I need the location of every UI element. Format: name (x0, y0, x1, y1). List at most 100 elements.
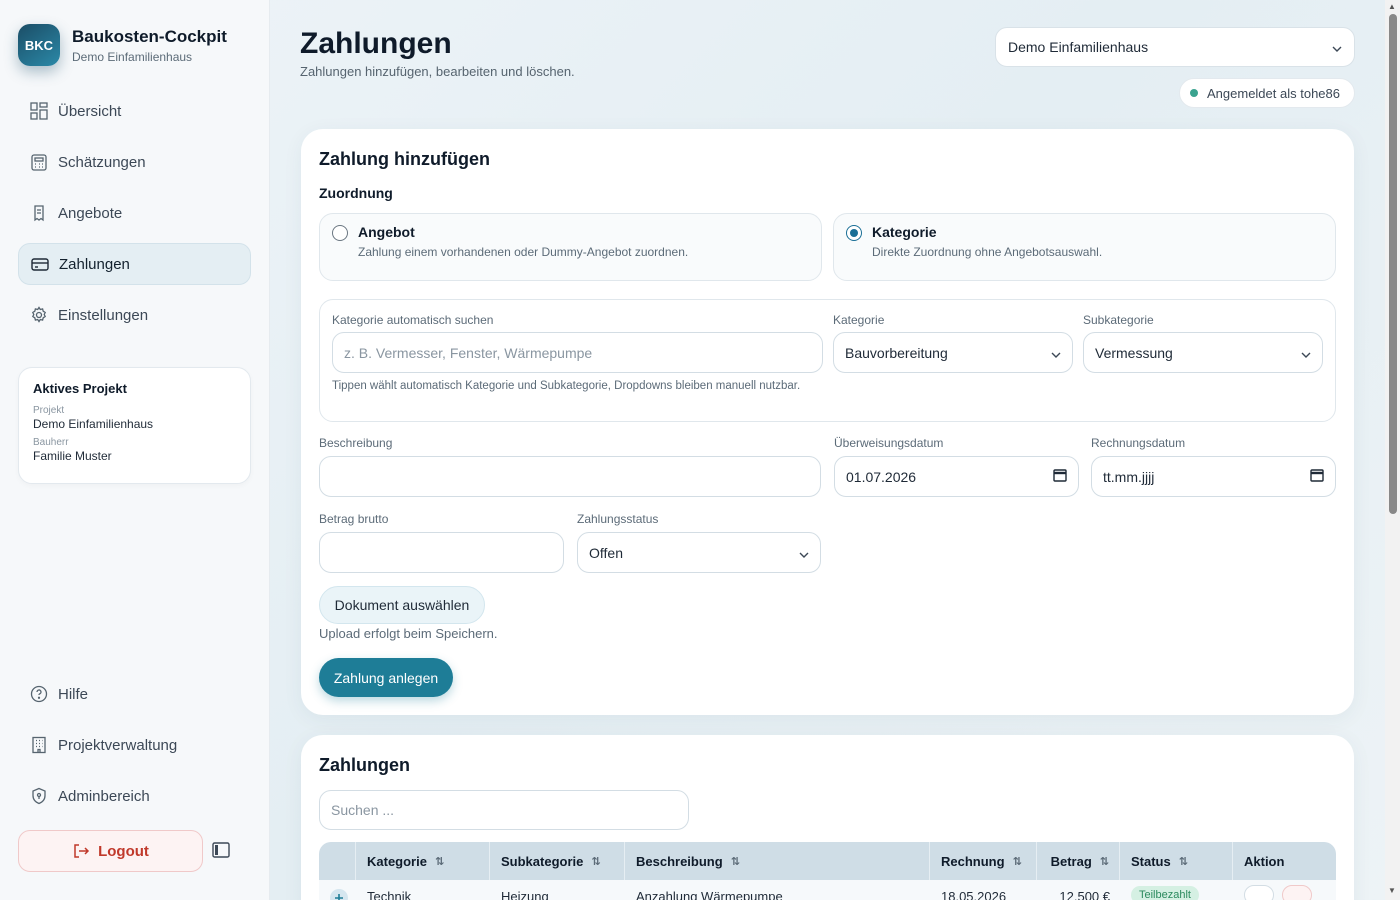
nav-item-adminbereich[interactable]: Adminbereich (18, 775, 251, 817)
nav-label: Einstellungen (58, 306, 149, 324)
table-search-input[interactable]: Suchen ... (319, 790, 689, 830)
th-subkategorie[interactable]: Subkategorie ⇅ (490, 842, 625, 880)
description-input[interactable] (319, 456, 821, 497)
dashboard-icon (30, 102, 48, 120)
cell-beschreibung: Anzahlung Wärmepumpe (636, 889, 783, 900)
th-kategorie[interactable]: Kategorie ⇅ (356, 842, 490, 880)
scroll-up-icon[interactable]: ▲ (1388, 2, 1396, 11)
create-payment-button[interactable]: Zahlung anlegen (319, 658, 453, 697)
category-search-group: Kategorie automatisch suchen z. B. Verme… (319, 299, 1336, 422)
search-hint: Tippen wählt automatisch Kategorie und S… (332, 380, 801, 392)
chevron-down-icon (799, 545, 809, 561)
status-select[interactable]: Offen (577, 532, 821, 573)
building-icon (30, 736, 48, 754)
th-aktion: Aktion (1233, 842, 1336, 880)
auto-search-input[interactable]: z. B. Vermesser, Fenster, Wärmepumpe (332, 332, 823, 373)
page-subtitle: Zahlungen hinzufügen, bearbeiten und lös… (300, 64, 575, 79)
project-select[interactable]: Demo Einfamilienhaus (995, 27, 1355, 67)
invoice-date-placeholder: tt.mm.jjjj (1103, 468, 1155, 485)
status-select-value: Offen (589, 544, 623, 561)
choose-document-button[interactable]: Dokument auswählen (319, 586, 485, 624)
active-project-card: Aktives Projekt Projekt Demo Einfamilien… (18, 367, 251, 484)
main-nav: Übersicht Schätzungen Angebote Zahlungen… (18, 90, 251, 345)
nav-item-zahlungen[interactable]: Zahlungen (18, 243, 251, 285)
transfer-date-input[interactable]: 01.07.2026 (834, 456, 1079, 497)
sidebar-toggle-icon[interactable] (212, 842, 230, 858)
project-value: Demo Einfamilienhaus (33, 417, 154, 431)
transfer-date-label: Überweisungsdatum (834, 436, 944, 450)
radio-category[interactable] (846, 225, 862, 241)
amount-label: Betrag brutto (319, 512, 389, 526)
edit-button[interactable] (1244, 885, 1274, 900)
subcategory-select-value: Vermessung (1095, 344, 1173, 361)
status-label: Zahlungsstatus (577, 512, 659, 526)
upload-note: Upload erfolgt beim Speichern. (319, 626, 498, 641)
th-select (319, 842, 356, 880)
invoice-date-label: Rechnungsdatum (1091, 436, 1186, 450)
auto-search-placeholder: z. B. Vermesser, Fenster, Wärmepumpe (344, 344, 593, 361)
shield-icon (30, 787, 48, 805)
wallet-icon (31, 255, 49, 273)
radio-offer[interactable] (332, 225, 348, 241)
sort-icon: ⇅ (730, 855, 740, 868)
subcategory-select[interactable]: Vermessung (1083, 332, 1323, 373)
project-label: Projekt (33, 405, 65, 416)
scroll-thumb[interactable] (1389, 14, 1397, 514)
table-row: Technik Heizung Anzahlung Wärmepumpe 18.… (319, 880, 1336, 900)
chevron-down-icon (1051, 345, 1061, 361)
table-header: Kategorie ⇅ Subkategorie ⇅ Beschreibung ⇅ R… (319, 842, 1336, 880)
th-label: Betrag (1050, 853, 1092, 869)
th-label: Status (1131, 853, 1171, 869)
description-label: Beschreibung (319, 436, 393, 450)
nav-item-angebote[interactable]: Angebote (18, 192, 251, 234)
table-search-placeholder: Suchen ... (331, 802, 395, 818)
expand-icon[interactable] (319, 880, 356, 900)
th-label: Beschreibung (636, 853, 723, 869)
auto-search-label: Kategorie automatisch suchen (332, 313, 494, 327)
calendar-icon[interactable] (1310, 468, 1324, 485)
nav-label: Adminbereich (58, 787, 150, 805)
nav-item-uebersicht[interactable]: Übersicht (18, 90, 251, 132)
scroll-down-icon[interactable]: ▼ (1388, 886, 1396, 895)
payments-table-card: Zahlungen Suchen ... Kategorie ⇅ Subkateg… (301, 735, 1354, 900)
category-label: Kategorie (833, 313, 885, 327)
amount-input[interactable] (319, 532, 564, 573)
page-scrollbar[interactable]: ▲ ▼ (1385, 0, 1400, 900)
nav-item-projektverwaltung[interactable]: Projektverwaltung (18, 724, 251, 766)
th-rechnung[interactable]: Rechnung ⇅ (930, 842, 1037, 880)
nav-item-einstellungen[interactable]: Einstellungen (18, 294, 251, 336)
nav-item-schaetzungen[interactable]: Schätzungen (18, 141, 251, 183)
th-label: Kategorie (367, 853, 427, 869)
option-offer-title: Angebot (358, 224, 415, 240)
delete-button[interactable] (1281, 885, 1312, 900)
category-select[interactable]: Bauvorbereitung (833, 332, 1073, 373)
invoice-date-input[interactable]: tt.mm.jjjj (1091, 456, 1336, 497)
option-category-title: Kategorie (872, 224, 937, 240)
th-status[interactable]: Status ⇅ (1120, 842, 1233, 880)
logout-button[interactable]: Logout (18, 830, 203, 872)
cell-betrag: 12.500 € (1059, 889, 1110, 900)
option-category[interactable]: Kategorie Direkte Zuordnung ohne Angebot… (833, 213, 1336, 281)
brand[interactable]: BKC Baukosten-Cockpit Demo Einfamilienha… (18, 24, 227, 66)
status-badge: Teilbezahlt (1131, 886, 1199, 900)
owner-value: Familie Muster (33, 449, 112, 463)
option-offer[interactable]: Angebot Zahlung einem vorhandenen oder D… (319, 213, 822, 281)
nav-label: Übersicht (58, 102, 122, 120)
th-label: Aktion (1244, 853, 1285, 869)
cell-rechnung: 18.05.2026 (941, 889, 1007, 900)
cell-kategorie: Technik (367, 889, 412, 900)
chevron-down-icon (1301, 345, 1311, 361)
sort-icon: ⇅ (591, 855, 601, 868)
sort-icon: ⇅ (434, 855, 445, 868)
cell-aktion (1233, 880, 1336, 900)
online-dot-icon (1190, 89, 1198, 97)
nav-label: Angebote (58, 204, 123, 222)
nav-item-hilfe[interactable]: Hilfe (18, 673, 251, 715)
calendar-icon[interactable] (1053, 468, 1067, 485)
th-beschreibung[interactable]: Beschreibung ⇅ (625, 842, 930, 880)
nav-label: Zahlungen (59, 255, 130, 273)
nav-label: Schätzungen (58, 153, 146, 171)
th-label: Rechnung (941, 853, 1005, 869)
nav-label: Projektverwaltung (58, 736, 178, 754)
th-betrag[interactable]: Betrag ⇅ (1037, 842, 1120, 880)
